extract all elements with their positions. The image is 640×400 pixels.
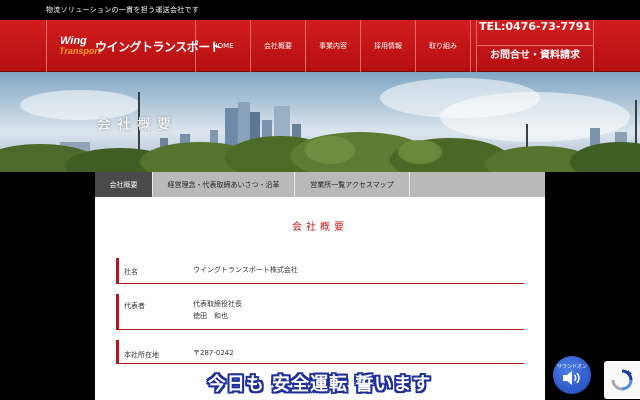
phone-link[interactable]: TEL:0476-73-7791: [477, 20, 593, 46]
safety-banner: 今日も 安全運転 誓います: [163, 368, 476, 398]
row-value-line1: 代表取締役社長: [193, 300, 242, 308]
section-title: 会社概要: [292, 222, 348, 233]
row-label: 社名: [124, 268, 138, 276]
tab-company-overview[interactable]: 会社概要: [95, 172, 153, 197]
tab-offices[interactable]: 営業所一覧アクセスマップ: [295, 172, 410, 197]
speaker-icon: [563, 371, 580, 385]
table-row: 社名 ウイングトランスポート株式会社: [116, 258, 524, 284]
row-label: 本社所在地: [124, 351, 159, 359]
main-nav: HOME 会社概要 事業内容 採用情報 取り組み: [196, 20, 471, 72]
table-row: 本社所在地 〒287-0242: [116, 340, 524, 364]
contact-box: TEL:0476-73-7791 お問合せ・資料請求: [476, 20, 594, 72]
recaptcha-icon: [611, 369, 633, 391]
top-bar: 物流ソリューションの一貫を担う運送会社です: [0, 0, 640, 20]
table-row: 代表者 代表取締役社長 徳田 和也: [116, 294, 524, 330]
row-value: ウイングトランスポート株式会社: [193, 266, 298, 274]
safety-banner-text: 今日も 安全運転 誓います: [207, 374, 432, 395]
site-header: Wing Transport ウイングトランスポート HOME 会社概要 事業内…: [0, 20, 640, 72]
row-accent: [116, 340, 119, 364]
inquiry-link[interactable]: お問合せ・資料請求: [477, 46, 593, 72]
recaptcha-badge[interactable]: [604, 361, 640, 399]
nav-initiatives[interactable]: 取り組み: [416, 20, 471, 72]
tab-philosophy[interactable]: 経営理念・代表取締あいさつ・沿革: [153, 172, 295, 197]
row-value: 〒287-0242: [193, 349, 234, 357]
tagline: 物流ソリューションの一貫を担う運送会社です: [46, 6, 200, 14]
page-title: 会社概要: [97, 117, 177, 133]
nav-company[interactable]: 会社概要: [251, 20, 306, 72]
sub-tabs: 会社概要 経営理念・代表取締あいさつ・沿革 営業所一覧アクセスマップ: [95, 172, 545, 197]
city-skyline-image: [0, 92, 640, 172]
logo[interactable]: Wing Transport ウイングトランスポート: [46, 20, 222, 72]
row-accent: [116, 294, 119, 330]
nav-home[interactable]: HOME: [196, 20, 251, 72]
row-accent: [116, 258, 119, 284]
nav-recruit[interactable]: 採用情報: [361, 20, 416, 72]
hero-banner: 会社概要: [0, 72, 640, 172]
row-label: 代表者: [124, 302, 145, 310]
sound-on-label: サウンドオン: [556, 364, 587, 370]
nav-business[interactable]: 事業内容: [306, 20, 361, 72]
sound-on-button[interactable]: サウンドオン: [553, 356, 591, 394]
row-value-line2: 徳田 和也: [193, 312, 228, 320]
